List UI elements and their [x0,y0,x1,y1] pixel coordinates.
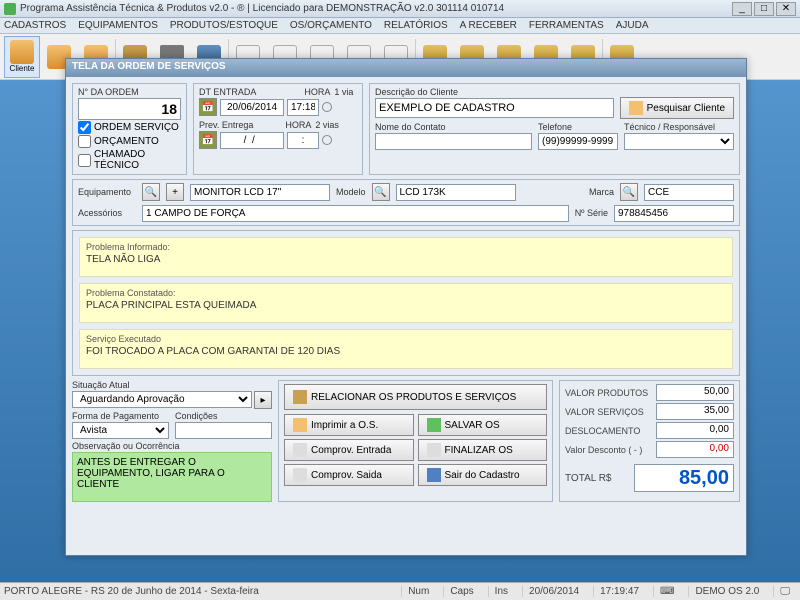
radio-2vias[interactable] [322,135,332,145]
status-screen-icon[interactable]: 🖵 [773,586,796,597]
dialog-title: TELA DA ORDEM DE SERVIÇOS [66,59,746,77]
menu-bar: CADASTROS EQUIPAMENTOS PRODUTOS/ESTOQUE … [0,18,800,34]
menu-ajuda[interactable]: AJUDA [616,20,649,31]
status-keyboard-icon: ⌨ [653,586,680,597]
dt-prev-input[interactable] [220,132,284,149]
radio-1via[interactable] [322,102,332,112]
condicoes-input[interactable] [175,422,272,439]
situacao-action-icon[interactable]: ▸ [254,391,272,409]
valor-produtos: 50,00 [656,384,734,401]
doc-out-icon [293,468,307,482]
status-caps: Caps [443,586,479,597]
calendar-entrada-icon[interactable]: 📅 [199,98,217,116]
relacionar-button[interactable]: RELACIONAR OS PRODUTOS E SERVIÇOS [284,384,547,410]
menu-relatorios[interactable]: RELATÓRIOS [384,20,448,31]
equipamento-input[interactable] [190,184,330,201]
maximize-button[interactable]: □ [754,2,774,16]
valor-total: 85,00 [634,464,734,492]
check-icon [427,418,441,432]
acessorios-input[interactable] [142,205,569,222]
print-icon [293,418,307,432]
status-demo: DEMO OS 2.0 [688,586,765,597]
forma-pagamento-select[interactable]: Avista [72,422,169,439]
cliente-desc-input[interactable] [375,98,614,118]
minimize-button[interactable]: _ [732,2,752,16]
search-modelo-icon[interactable]: 🔍 [372,183,390,201]
telefone-input[interactable] [538,133,618,150]
search-marca-icon[interactable]: 🔍 [620,183,638,201]
toolbar-cliente[interactable]: Cliente [4,36,40,78]
group-equipamento: Equipamento 🔍 + Modelo 🔍 Marca 🔍 Acessór… [72,179,740,226]
menu-produtos[interactable]: PRODUTOS/ESTOQUE [170,20,278,31]
tecnico-select[interactable] [624,133,734,150]
os-dialog: TELA DA ORDEM DE SERVIÇOS N° DA ORDEM OR… [65,58,747,556]
ordem-label: N° DA ORDEM [78,87,181,97]
hora-prev-input[interactable] [287,132,319,149]
observacao-area[interactable]: ANTES DE ENTREGAR O EQUIPAMENTO, LIGAR P… [72,452,272,502]
modelo-input[interactable] [396,184,516,201]
valor-desconto[interactable]: 0,00 [656,441,734,458]
contato-input[interactable] [375,133,532,150]
situacao-select[interactable]: Aguardando Aprovação [72,391,252,408]
search-equip-icon[interactable]: 🔍 [142,183,160,201]
calendar-prev-icon[interactable]: 📅 [199,131,217,149]
status-location: PORTO ALEGRE - RS 20 de Junho de 2014 - … [4,586,259,597]
menu-os[interactable]: OS/ORÇAMENTO [290,20,372,31]
person-icon [629,101,643,115]
status-ins: Ins [488,586,514,597]
dt-entrada-input[interactable] [220,99,284,116]
valor-servicos: 35,00 [656,403,734,420]
status-time: 17:19:47 [593,586,645,597]
finalizar-button[interactable]: FINALIZAR OS [418,439,548,461]
comprov-saida-button[interactable]: Comprov. Saida [284,464,414,486]
salvar-button[interactable]: SALVAR OS [418,414,548,436]
imprimir-button[interactable]: Imprimir a O.S. [284,414,414,436]
group-valores: VALOR PRODUTOS50,00 VALOR SERVIÇOS35,00 … [559,380,740,502]
exit-icon [427,468,441,482]
group-ordem: N° DA ORDEM ORDEM SERVIÇO ORÇAMENTO CHAM… [72,83,187,175]
app-icon [4,3,16,15]
status-bar: PORTO ALEGRE - RS 20 de Junho de 2014 - … [0,582,800,600]
serie-input[interactable] [614,205,734,222]
menu-cadastros[interactable]: CADASTROS [4,20,66,31]
chk-chamado[interactable] [78,154,91,167]
flag-icon [427,443,441,457]
problema-informado-area[interactable]: Problema Informado: TELA NÃO LIGA [79,237,733,277]
comprov-entrada-button[interactable]: Comprov. Entrada [284,439,414,461]
ordem-input[interactable] [78,98,181,120]
chk-ordem-servico[interactable] [78,121,91,134]
group-situacao: Situação Atual Aguardando Aprovação ▸ Fo… [72,380,272,502]
menu-ferramentas[interactable]: FERRAMENTAS [529,20,604,31]
group-datas: DT ENTRADA HORA 1 via 📅 Prev. Entrega HO… [193,83,363,175]
menu-equipamentos[interactable]: EQUIPAMENTOS [78,20,158,31]
window-title: Programa Assistência Técnica & Produtos … [20,3,732,14]
window-titlebar: Programa Assistência Técnica & Produtos … [0,0,800,18]
pesquisar-cliente-button[interactable]: Pesquisar Cliente [620,97,734,119]
problema-constatado-area[interactable]: Problema Constatado: PLACA PRINCIPAL EST… [79,283,733,323]
servico-executado-area[interactable]: Serviço Executado FOI TROCADO A PLACA CO… [79,329,733,369]
marca-input[interactable] [644,184,734,201]
hora-entrada-input[interactable] [287,99,319,116]
chk-orcamento[interactable] [78,135,91,148]
group-problemas: Problema Informado: TELA NÃO LIGA Proble… [72,230,740,376]
add-equip-icon[interactable]: + [166,183,184,201]
group-cliente: Descrição do Cliente Pesquisar Cliente N… [369,83,740,175]
doc-in-icon [293,443,307,457]
valor-deslocamento: 0,00 [656,422,734,439]
menu-receber[interactable]: A RECEBER [460,20,517,31]
box-icon [293,390,307,404]
sair-button[interactable]: Sair do Cadastro [418,464,548,486]
close-button[interactable]: ✕ [776,2,796,16]
status-num: Num [401,586,435,597]
group-acoes: RELACIONAR OS PRODUTOS E SERVIÇOS Imprim… [278,380,553,502]
status-date: 20/06/2014 [522,586,585,597]
